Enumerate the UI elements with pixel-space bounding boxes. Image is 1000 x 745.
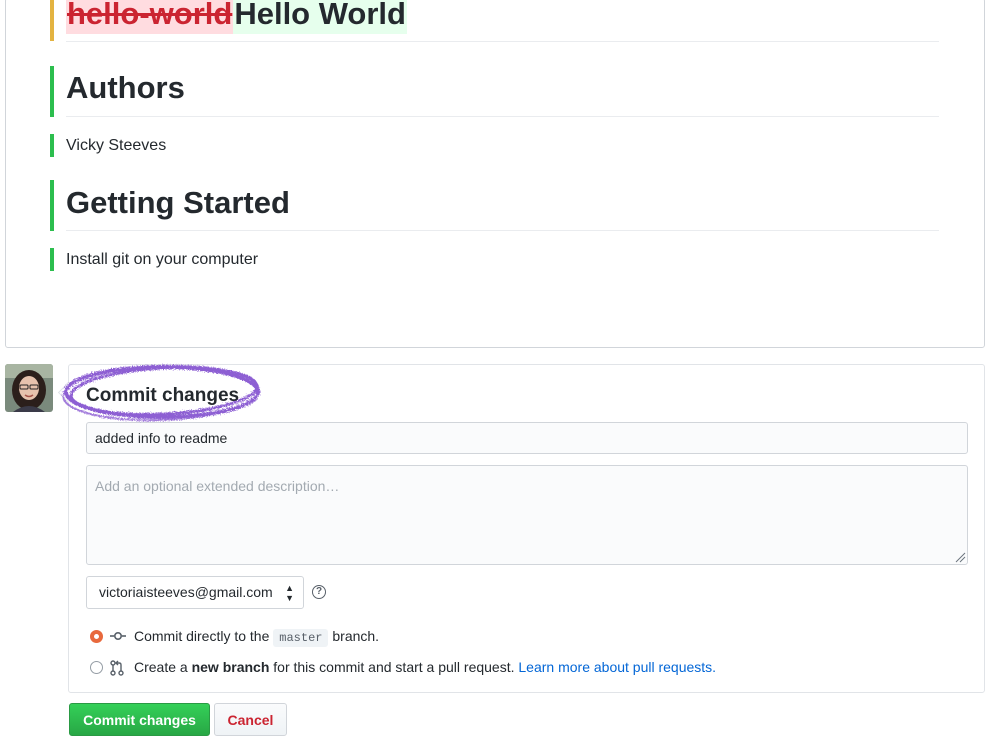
help-icon[interactable]: ? [312, 585, 326, 599]
commit-direct-option[interactable]: Commit directly to the master branch. [90, 628, 490, 647]
heading-diff: hello-worldHello World [66, 0, 939, 42]
git-pull-request-icon [110, 660, 124, 676]
branch-name: master [273, 629, 329, 647]
commit-changes-heading: Commit changes [86, 385, 240, 406]
new-branch-label-end: for this commit and start a pull request… [273, 659, 515, 675]
added-line-marker [50, 66, 54, 117]
deleted-heading-text: hello-world [66, 0, 234, 34]
commit-email-value: victoriaisteeves@gmail.com [99, 584, 273, 600]
learn-more-pull-requests-link[interactable]: Learn more about pull requests. [518, 659, 716, 675]
getting-started-text: Install git on your computer [66, 251, 259, 268]
commit-direct-label: Commit directly to the [134, 628, 270, 644]
commit-changes-button[interactable]: Commit changes [69, 703, 210, 736]
inserted-heading-text: Hello World [233, 0, 407, 34]
added-line-marker [50, 248, 54, 271]
authors-text: Vicky Steeves [66, 137, 167, 154]
getting-started-heading: Getting Started [66, 182, 939, 231]
commit-email-select[interactable]: victoriaisteeves@gmail.com ▲ ▼ [86, 576, 304, 609]
cancel-button[interactable]: Cancel [214, 703, 287, 736]
commit-direct-label-end: branch. [332, 628, 380, 644]
select-caret-icon: ▲ ▼ [285, 582, 294, 603]
added-line-marker [50, 180, 54, 231]
commit-description-input[interactable] [86, 465, 968, 565]
new-branch-radio[interactable] [90, 661, 103, 674]
readme-preview [5, 0, 985, 348]
changed-line-marker [50, 0, 54, 41]
new-branch-bold: new branch [191, 659, 270, 675]
new-branch-label: Create a [134, 659, 188, 675]
git-commit-icon [110, 631, 126, 641]
commit-summary-input[interactable] [86, 422, 968, 454]
resize-grip-icon[interactable] [955, 552, 966, 563]
new-branch-option[interactable]: Create a new branch for this commit and … [90, 659, 790, 677]
authors-heading: Authors [66, 68, 939, 117]
commit-direct-radio[interactable] [90, 630, 103, 643]
added-line-marker [50, 134, 54, 157]
avatar [5, 364, 53, 412]
